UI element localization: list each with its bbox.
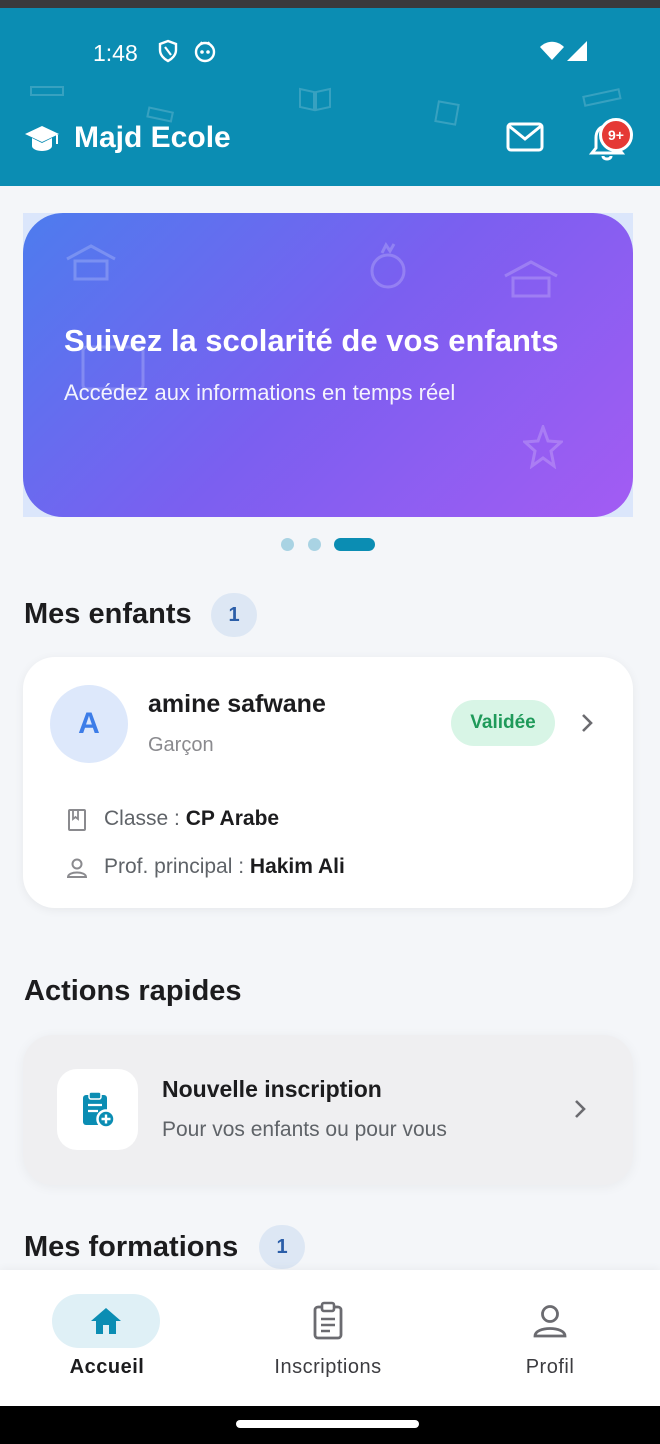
decor-ruler-icon <box>582 88 622 107</box>
child-teacher: Prof. principal : Hakim Ali <box>104 855 345 879</box>
decor-school-icon <box>66 244 116 281</box>
nav-item-profil[interactable]: Profil <box>440 1270 660 1406</box>
action-subtitle: Pour vos enfants ou pour vous <box>162 1118 447 1141</box>
home-gesture-handle[interactable] <box>236 1420 419 1428</box>
class-label: Classe : <box>104 807 186 830</box>
nav-label-accueil: Accueil <box>69 1356 145 1378</box>
bottom-navigation: Accueil Inscriptions Profil <box>0 1270 660 1406</box>
children-section-title: Mes enfants <box>24 598 192 630</box>
action-icon-box <box>57 1069 138 1150</box>
children-count-badge: 1 <box>211 593 257 637</box>
decor-ruler-icon <box>30 86 64 96</box>
decor-apple-icon <box>370 242 406 289</box>
chevron-right-icon[interactable] <box>579 712 595 734</box>
child-card[interactable]: A amine safwane Garçon Validée Classe : … <box>23 657 633 908</box>
decor-star-icon <box>523 425 563 469</box>
class-value: CP Arabe <box>185 807 280 830</box>
child-name: amine safwane <box>148 690 326 718</box>
avatar: A <box>50 685 128 763</box>
decor-book-icon <box>299 87 331 112</box>
formations-section-title: Mes formations <box>24 1231 239 1263</box>
teacher-value: Hakim Ali <box>249 855 345 878</box>
decor-calculator-icon <box>434 100 460 126</box>
assistant-face-icon <box>194 41 216 63</box>
child-gender: Garçon <box>148 734 214 756</box>
chevron-right-icon[interactable] <box>572 1098 588 1120</box>
carousel-dot[interactable] <box>281 538 294 551</box>
new-registration-action[interactable]: Nouvelle inscription Pour vos enfants ou… <box>23 1035 633 1185</box>
wifi-icon <box>540 41 564 60</box>
formations-count-badge: 1 <box>259 1225 305 1269</box>
home-icon <box>91 1308 121 1334</box>
nav-item-accueil[interactable]: Accueil <box>0 1270 220 1406</box>
banner-title: Suivez la scolarité de vos enfants <box>64 323 559 358</box>
nav-item-inscriptions[interactable]: Inscriptions <box>218 1270 438 1406</box>
status-badge: Validée <box>451 700 555 746</box>
carousel-dot-active[interactable] <box>334 538 375 551</box>
shield-icon <box>158 39 178 63</box>
action-title: Nouvelle inscription <box>162 1076 382 1102</box>
child-class: Classe : CP Arabe <box>104 807 279 831</box>
app-title: Majd Ecole <box>74 121 231 154</box>
carousel-dot[interactable] <box>308 538 321 551</box>
signal-icon <box>567 41 587 61</box>
graduation-cap-icon <box>25 126 59 151</box>
quick-actions-title: Actions rapides <box>24 975 242 1007</box>
nav-active-pill <box>52 1294 160 1348</box>
notification-badge: 9+ <box>599 118 633 152</box>
person-icon <box>533 1305 567 1338</box>
banner-subtitle: Accédez aux informations en temps réel <box>64 380 456 405</box>
decor-school-icon <box>504 260 558 298</box>
nav-label-profil: Profil <box>525 1356 575 1378</box>
class-book-icon <box>68 809 86 831</box>
clipboard-add-icon <box>82 1090 116 1129</box>
person-icon <box>66 858 88 878</box>
device-top-edge <box>0 0 660 8</box>
clipboard-icon <box>313 1301 343 1340</box>
nav-label-inscriptions: Inscriptions <box>274 1356 382 1378</box>
teacher-label: Prof. principal : <box>104 855 250 878</box>
app-header: 1:48 Majd Ecole 9+ <box>0 8 660 186</box>
mail-icon[interactable] <box>505 120 545 154</box>
promo-banner[interactable]: Suivez la scolarité de vos enfants Accéd… <box>23 213 633 517</box>
status-time: 1:48 <box>93 40 138 66</box>
